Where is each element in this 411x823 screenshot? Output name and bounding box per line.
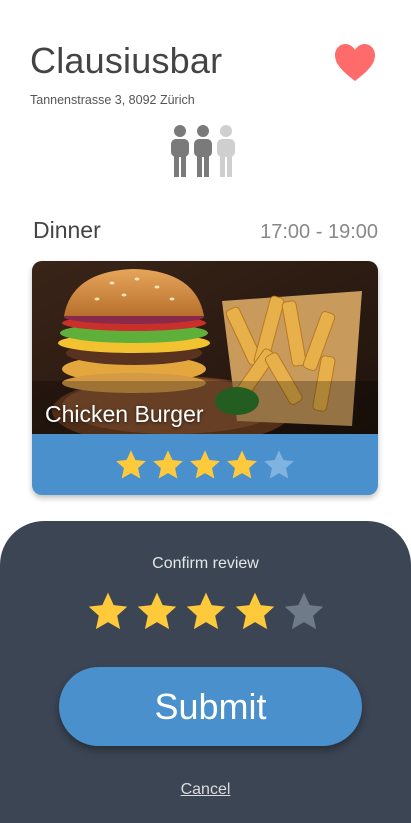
party-size-indicator bbox=[170, 125, 236, 177]
star-filled-icon[interactable] bbox=[86, 589, 130, 633]
person-icon-inactive bbox=[217, 125, 235, 177]
star-empty-icon[interactable] bbox=[282, 589, 326, 633]
dish-card[interactable]: Chicken Burger bbox=[32, 261, 378, 495]
dish-name: Chicken Burger bbox=[45, 401, 204, 427]
star-filled-icon[interactable] bbox=[233, 589, 277, 633]
star-filled-icon[interactable] bbox=[135, 589, 179, 633]
heart-icon[interactable] bbox=[334, 43, 376, 83]
restaurant-name: Clausiusbar bbox=[30, 40, 223, 81]
review-sheet: Confirm review Submit Cancel bbox=[0, 521, 411, 823]
star-filled-icon bbox=[116, 450, 146, 479]
star-filled-icon bbox=[227, 450, 257, 479]
meal-type: Dinner bbox=[33, 217, 101, 243]
header: Clausiusbar bbox=[30, 40, 381, 82]
meal-row: Dinner 17:00 - 19:00 bbox=[33, 217, 378, 244]
confirm-review-label: Confirm review bbox=[152, 555, 259, 572]
person-icon bbox=[194, 125, 212, 177]
submit-button[interactable]: Submit bbox=[59, 667, 362, 746]
cancel-link[interactable]: Cancel bbox=[0, 781, 411, 799]
dish-rating bbox=[32, 434, 378, 495]
star-filled-icon bbox=[153, 450, 183, 479]
review-rating-input[interactable] bbox=[0, 589, 411, 633]
star-empty-icon bbox=[264, 450, 294, 479]
star-filled-icon[interactable] bbox=[184, 589, 228, 633]
star-filled-icon bbox=[190, 450, 220, 479]
meal-time: 17:00 - 19:00 bbox=[260, 221, 378, 243]
restaurant-address: Tannenstrasse 3, 8092 Zürich bbox=[30, 93, 195, 107]
person-icon bbox=[171, 125, 189, 177]
